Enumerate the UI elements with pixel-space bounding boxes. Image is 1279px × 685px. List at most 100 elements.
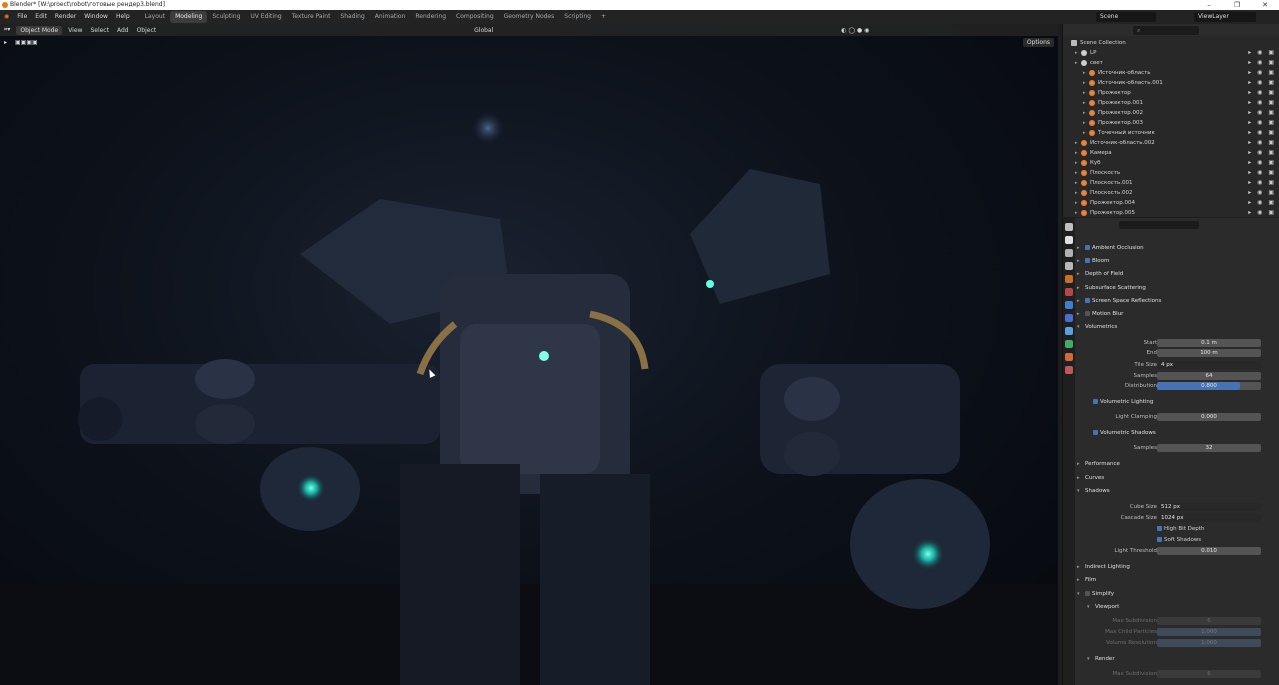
tab-shading[interactable]: Shading bbox=[335, 11, 369, 23]
visibility-toggles-icon[interactable]: ▸ ◉ ▣ bbox=[1248, 88, 1276, 98]
orientation-selector[interactable]: Global bbox=[470, 27, 497, 34]
visibility-toggles-icon[interactable]: ▸ ◉ ▣ bbox=[1248, 208, 1276, 218]
render-max-subdivision-field[interactable]: 6 bbox=[1157, 670, 1261, 678]
visibility-toggles-icon[interactable]: ▸ ◉ ▣ bbox=[1248, 118, 1276, 128]
indirect-lighting-header[interactable]: ▸ Indirect Lighting bbox=[1077, 561, 1277, 573]
panel-enable-checkbox[interactable] bbox=[1085, 258, 1090, 263]
max-subdivision-field[interactable]: 6 bbox=[1157, 617, 1261, 625]
3d-viewport[interactable]: ⌗▾ Object Mode View Select Add Object Gl… bbox=[0, 24, 1058, 685]
selection-mode-icons[interactable]: ▣▣▣▣ bbox=[11, 39, 42, 46]
visibility-toggles-icon[interactable]: ▸ ◉ ▣ bbox=[1248, 148, 1276, 158]
simplify-checkbox[interactable] bbox=[1085, 591, 1090, 596]
outliner-row[interactable]: ▸ Плоскость ▸ ◉ ▣ bbox=[1063, 168, 1279, 178]
output-tab-icon[interactable] bbox=[1065, 249, 1073, 257]
visibility-toggles-icon[interactable]: ▸ ◉ ▣ bbox=[1248, 188, 1276, 198]
start-field[interactable]: 0.1 m bbox=[1157, 339, 1261, 347]
add-workspace-button[interactable]: + bbox=[596, 11, 611, 23]
visibility-toggles-icon[interactable]: ▸ ◉ ▣ bbox=[1248, 58, 1276, 68]
outliner-row[interactable]: ▸ Прожектор.003 ▸ ◉ ▣ bbox=[1063, 118, 1279, 128]
shadow-samples-field[interactable]: 32 bbox=[1157, 444, 1261, 452]
editor-type-icon[interactable]: ⌗▾ bbox=[0, 26, 14, 34]
panel-header[interactable]: ▸ Bloom bbox=[1077, 255, 1277, 267]
menu-object[interactable]: Object bbox=[133, 27, 161, 34]
outliner-row[interactable]: ▸ Прожектор ▸ ◉ ▣ bbox=[1063, 88, 1279, 98]
outliner-row[interactable]: ▸ Куб ▸ ◉ ▣ bbox=[1063, 158, 1279, 168]
scene-tab-icon[interactable] bbox=[1065, 275, 1073, 283]
curves-header[interactable]: ▸ Curves bbox=[1077, 472, 1277, 484]
panel-enable-checkbox[interactable] bbox=[1085, 311, 1090, 316]
outliner-row[interactable]: ▸ Прожектор.002 ▸ ◉ ▣ bbox=[1063, 108, 1279, 118]
maximize-button[interactable]: ❐ bbox=[1223, 0, 1251, 10]
viewport-subpanel-header[interactable]: ▾ Viewport bbox=[1077, 601, 1277, 613]
tab-animation[interactable]: Animation bbox=[370, 11, 411, 23]
distribution-slider[interactable]: 0.800 bbox=[1157, 382, 1261, 390]
menu-add[interactable]: Add bbox=[113, 27, 133, 34]
visibility-toggles-icon[interactable]: ▸ ◉ ▣ bbox=[1248, 158, 1276, 168]
tab-compositing[interactable]: Compositing bbox=[451, 11, 499, 23]
view-layer-tab-icon[interactable] bbox=[1065, 262, 1073, 270]
options-button[interactable]: Options bbox=[1022, 38, 1054, 47]
tab-uv-editing[interactable]: UV Editing bbox=[245, 11, 286, 23]
render-subpanel-header[interactable]: ▾ Render bbox=[1077, 653, 1277, 665]
visibility-toggles-icon[interactable]: ▸ ◉ ▣ bbox=[1248, 138, 1276, 148]
outliner-row[interactable]: ▸ Источник-область ▸ ◉ ▣ bbox=[1063, 68, 1279, 78]
tab-geometry-nodes[interactable]: Geometry Nodes bbox=[499, 11, 560, 23]
panel-header[interactable]: ▸ Ambient Occlusion bbox=[1077, 242, 1277, 254]
volumetric-shadows-checkbox[interactable] bbox=[1093, 430, 1098, 435]
outliner-row[interactable]: ▸ Плоскость.001 ▸ ◉ ▣ bbox=[1063, 178, 1279, 188]
panel-enable-checkbox[interactable] bbox=[1085, 245, 1090, 250]
visibility-toggles-icon[interactable]: ▸ ◉ ▣ bbox=[1248, 98, 1276, 108]
object-tab-icon[interactable] bbox=[1065, 301, 1073, 309]
visibility-toggles-icon[interactable]: ▸ ◉ ▣ bbox=[1248, 198, 1276, 208]
toolbar-toggle-icon[interactable]: ▸ bbox=[0, 39, 11, 46]
panel-header[interactable]: ▸ Motion Blur bbox=[1077, 308, 1277, 320]
light-threshold-field[interactable]: 0.010 bbox=[1157, 547, 1261, 555]
cube-size-select[interactable]: 512 px bbox=[1157, 503, 1261, 511]
outliner-row[interactable]: ▸ LP ▸ ◉ ▣ bbox=[1063, 48, 1279, 58]
visibility-toggles-icon[interactable]: ▸ ◉ ▣ bbox=[1248, 78, 1276, 88]
close-button[interactable]: ✕ bbox=[1251, 0, 1279, 10]
view-layer-selector[interactable]: ViewLayer bbox=[1194, 12, 1256, 22]
texture-tab-icon[interactable] bbox=[1065, 366, 1073, 374]
light-clamping-field[interactable]: 0.000 bbox=[1157, 413, 1261, 421]
tab-texture-paint[interactable]: Texture Paint bbox=[287, 11, 336, 23]
visibility-toggles-icon[interactable]: ▸ ◉ ▣ bbox=[1248, 178, 1276, 188]
visibility-toggles-icon[interactable]: ▸ ◉ ▣ bbox=[1248, 168, 1276, 178]
panel-header[interactable]: ▾ Volumetrics bbox=[1077, 321, 1277, 333]
simplify-header[interactable]: ▾ Simplify bbox=[1077, 588, 1277, 600]
menu-help[interactable]: Help bbox=[112, 10, 134, 24]
volumetric-lighting-header[interactable]: Volumetric Lighting bbox=[1077, 396, 1277, 408]
volumetric-lighting-checkbox[interactable] bbox=[1093, 399, 1098, 404]
performance-header[interactable]: ▸ Performance bbox=[1077, 458, 1277, 470]
panel-header[interactable]: ▸ Depth of Field bbox=[1077, 268, 1277, 280]
scene-selector[interactable]: Scene bbox=[1096, 12, 1156, 22]
tab-rendering[interactable]: Rendering bbox=[410, 11, 451, 23]
world-tab-icon[interactable] bbox=[1065, 288, 1073, 296]
tool-tab-icon[interactable] bbox=[1065, 223, 1073, 231]
outliner-search-input[interactable]: ⌕ bbox=[1133, 25, 1199, 35]
outliner-row[interactable]: ▸ Прожектор.005 ▸ ◉ ▣ bbox=[1063, 208, 1279, 218]
outliner-row[interactable]: ▸ Камера ▸ ◉ ▣ bbox=[1063, 148, 1279, 158]
samples-field[interactable]: 64 bbox=[1157, 372, 1261, 380]
tab-sculpting[interactable]: Sculpting bbox=[207, 11, 245, 23]
end-field[interactable]: 100 m bbox=[1157, 349, 1261, 357]
properties-search-input[interactable] bbox=[1119, 221, 1199, 229]
menu-view[interactable]: View bbox=[64, 27, 86, 34]
mode-selector[interactable]: Object Mode bbox=[16, 25, 63, 35]
outliner-row[interactable]: ▸ свет ▸ ◉ ▣ bbox=[1063, 58, 1279, 68]
film-header[interactable]: ▸ Film bbox=[1077, 574, 1277, 586]
soft-shadows-checkbox[interactable] bbox=[1157, 537, 1162, 542]
tile-size-select[interactable]: 4 px bbox=[1157, 361, 1261, 369]
panel-header[interactable]: ▸ Subsurface Scattering bbox=[1077, 282, 1277, 294]
visibility-toggles-icon[interactable]: ▸ ◉ ▣ bbox=[1248, 108, 1276, 118]
visibility-toggles-icon[interactable]: ▸ ◉ ▣ bbox=[1248, 128, 1276, 138]
max-child-particles-field[interactable]: 1.000 bbox=[1157, 628, 1261, 636]
volumetric-shadows-header[interactable]: Volumetric Shadows bbox=[1077, 427, 1277, 439]
menu-window[interactable]: Window bbox=[80, 10, 112, 24]
volume-resolution-field[interactable]: 1.000 bbox=[1157, 639, 1261, 647]
outliner-row[interactable]: ▸ Источник-область.001 ▸ ◉ ▣ bbox=[1063, 78, 1279, 88]
outliner-row[interactable]: ▸ Прожектор.001 ▸ ◉ ▣ bbox=[1063, 98, 1279, 108]
render-tab-icon[interactable] bbox=[1065, 236, 1073, 244]
tab-layout[interactable]: Layout bbox=[140, 11, 170, 23]
menu-select[interactable]: Select bbox=[86, 27, 113, 34]
